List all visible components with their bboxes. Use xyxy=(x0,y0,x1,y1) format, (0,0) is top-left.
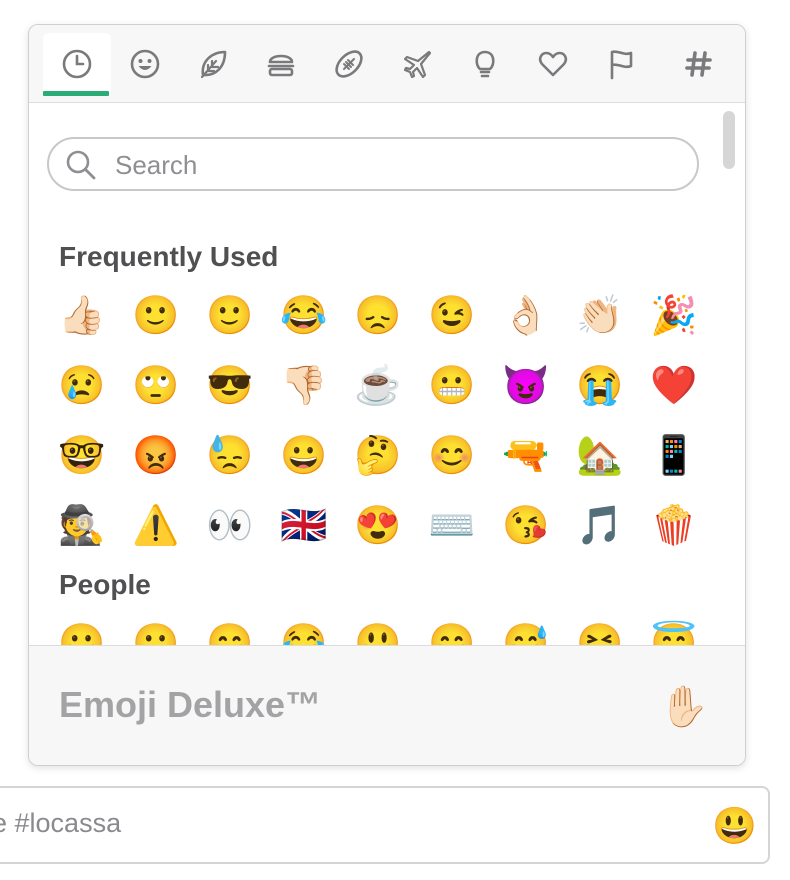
emoji-button[interactable]: 😍 xyxy=(341,491,415,561)
emoji-button[interactable]: 😄 xyxy=(415,609,489,645)
emoji-button[interactable]: 😈 xyxy=(489,351,563,421)
emoji-button[interactable]: 😀 xyxy=(45,609,119,645)
emoji-button[interactable]: 🕵️ xyxy=(45,491,119,561)
emoji-button[interactable]: 😉 xyxy=(415,281,489,351)
emoji-button[interactable]: 🙂 xyxy=(119,281,193,351)
section-heading-people: People xyxy=(59,569,151,600)
emoji-button[interactable]: 😎 xyxy=(193,351,267,421)
emoji-button[interactable]: 🍿 xyxy=(637,491,711,561)
picker-title: Emoji Deluxe™ xyxy=(59,684,322,725)
emoji-button[interactable]: 🤔 xyxy=(341,421,415,491)
emoji-button[interactable]: 🏡 xyxy=(563,421,637,491)
emoji-button[interactable]: 😇 xyxy=(637,609,711,645)
skin-tone-button[interactable]: ✋🏻 xyxy=(659,684,709,730)
tab-food[interactable] xyxy=(247,33,315,95)
message-input[interactable]: e #locassa xyxy=(0,808,121,839)
tab-recent[interactable] xyxy=(43,33,111,95)
emoji-button[interactable]: 😂 xyxy=(267,609,341,645)
emoji-button[interactable]: ❤️ xyxy=(637,351,711,421)
emoji-button[interactable]: 🇬🇧 xyxy=(267,491,341,561)
emoji-button[interactable]: 😊 xyxy=(415,421,489,491)
emoji-button[interactable]: 😭 xyxy=(563,351,637,421)
airplane-icon xyxy=(403,50,432,79)
lightbulb-icon xyxy=(475,50,495,78)
emoji-grid-people: 😀 😬 😁 😂 😃 😄 😅 😆 😇 xyxy=(45,609,715,645)
burger-icon xyxy=(267,54,295,77)
tab-travel[interactable] xyxy=(383,33,451,95)
emoji-button[interactable]: ⚠️ xyxy=(119,491,193,561)
emoji-button[interactable]: 😡 xyxy=(119,421,193,491)
emoji-button[interactable]: 🎵 xyxy=(563,491,637,561)
picker-footer: Emoji Deluxe™ ✋🏻 xyxy=(29,645,745,765)
smiley-icon xyxy=(130,49,160,79)
emoji-button[interactable]: 😢 xyxy=(45,351,119,421)
search-input[interactable] xyxy=(113,147,677,183)
tab-people[interactable] xyxy=(111,33,179,95)
emoji-button[interactable]: 👎🏻 xyxy=(267,351,341,421)
emoji-button[interactable]: 😓 xyxy=(193,421,267,491)
emoji-button[interactable]: 😅 xyxy=(489,609,563,645)
leaf-icon xyxy=(200,50,227,79)
scrollbar-thumb[interactable] xyxy=(723,111,735,169)
category-tabbar xyxy=(29,25,745,103)
emoji-button[interactable]: ⌨️ xyxy=(415,491,489,561)
emoji-button[interactable]: 😬 xyxy=(415,351,489,421)
emoji-button[interactable]: 😘 xyxy=(489,491,563,561)
emoji-grid-frequently-used: 👍🏻 🙂 🙂 😂 😞 😉 👌🏻 👏🏻 🎉 😢 🙄 😎 👎🏻 ☕ 😬 😈 😭 ❤️ 🤓 😡 😓 😀 🤔 😊 🔫 🏡 📱 🕵️ ⚠️ 👀 🇬🇧 😍… xyxy=(45,281,715,561)
heart-icon xyxy=(538,51,568,77)
emoji-button[interactable]: 😀 xyxy=(267,421,341,491)
active-tab-indicator xyxy=(43,91,109,96)
tab-custom[interactable] xyxy=(665,33,733,95)
clock-icon xyxy=(62,49,92,79)
message-composer[interactable]: e #locassa 😃 xyxy=(0,786,770,864)
emoji-button[interactable]: 👏🏻 xyxy=(563,281,637,351)
hash-icon xyxy=(685,51,712,77)
emoji-button[interactable]: 😃 xyxy=(341,609,415,645)
tab-nature[interactable] xyxy=(179,33,247,95)
emoji-button[interactable]: 😁 xyxy=(193,609,267,645)
emoji-button[interactable]: 👌🏻 xyxy=(489,281,563,351)
emoji-button[interactable]: 😞 xyxy=(341,281,415,351)
section-heading-frequently-used: Frequently Used xyxy=(59,241,279,272)
tab-objects[interactable] xyxy=(451,33,519,95)
flag-icon xyxy=(610,50,633,80)
tab-activity[interactable] xyxy=(315,33,383,95)
emoji-button[interactable]: 👀 xyxy=(193,491,267,561)
emoji-button[interactable]: ☕ xyxy=(341,351,415,421)
tab-flags[interactable] xyxy=(587,33,655,95)
football-icon xyxy=(335,50,363,78)
emoji-button[interactable]: 🔫 xyxy=(489,421,563,491)
emoji-button[interactable]: 📱 xyxy=(637,421,711,491)
emoji-button[interactable]: 😬 xyxy=(119,609,193,645)
emoji-picker: Frequently Used 👍🏻🙂🙂😂😞😉👌🏻👏🏻🎉😢🙄😎👎🏻☕😬😈😭❤️🤓… xyxy=(28,24,746,766)
emoji-button[interactable]: 🙂 xyxy=(193,281,267,351)
emoji-scroll-area[interactable]: Frequently Used 👍🏻🙂🙂😂😞😉👌🏻👏🏻🎉😢🙄😎👎🏻☕😬😈😭❤️🤓… xyxy=(29,103,745,645)
emoji-button[interactable]: 😃 xyxy=(712,806,757,846)
emoji-button[interactable]: 🤓 xyxy=(45,421,119,491)
search-icon xyxy=(66,150,96,180)
emoji-button[interactable]: 🙄 xyxy=(119,351,193,421)
tab-symbols[interactable] xyxy=(519,33,587,95)
emoji-button[interactable]: 👍🏻 xyxy=(45,281,119,351)
emoji-search[interactable] xyxy=(47,137,699,191)
emoji-button[interactable]: 😂 xyxy=(267,281,341,351)
emoji-button[interactable]: 🎉 xyxy=(637,281,711,351)
emoji-button[interactable]: 😆 xyxy=(563,609,637,645)
